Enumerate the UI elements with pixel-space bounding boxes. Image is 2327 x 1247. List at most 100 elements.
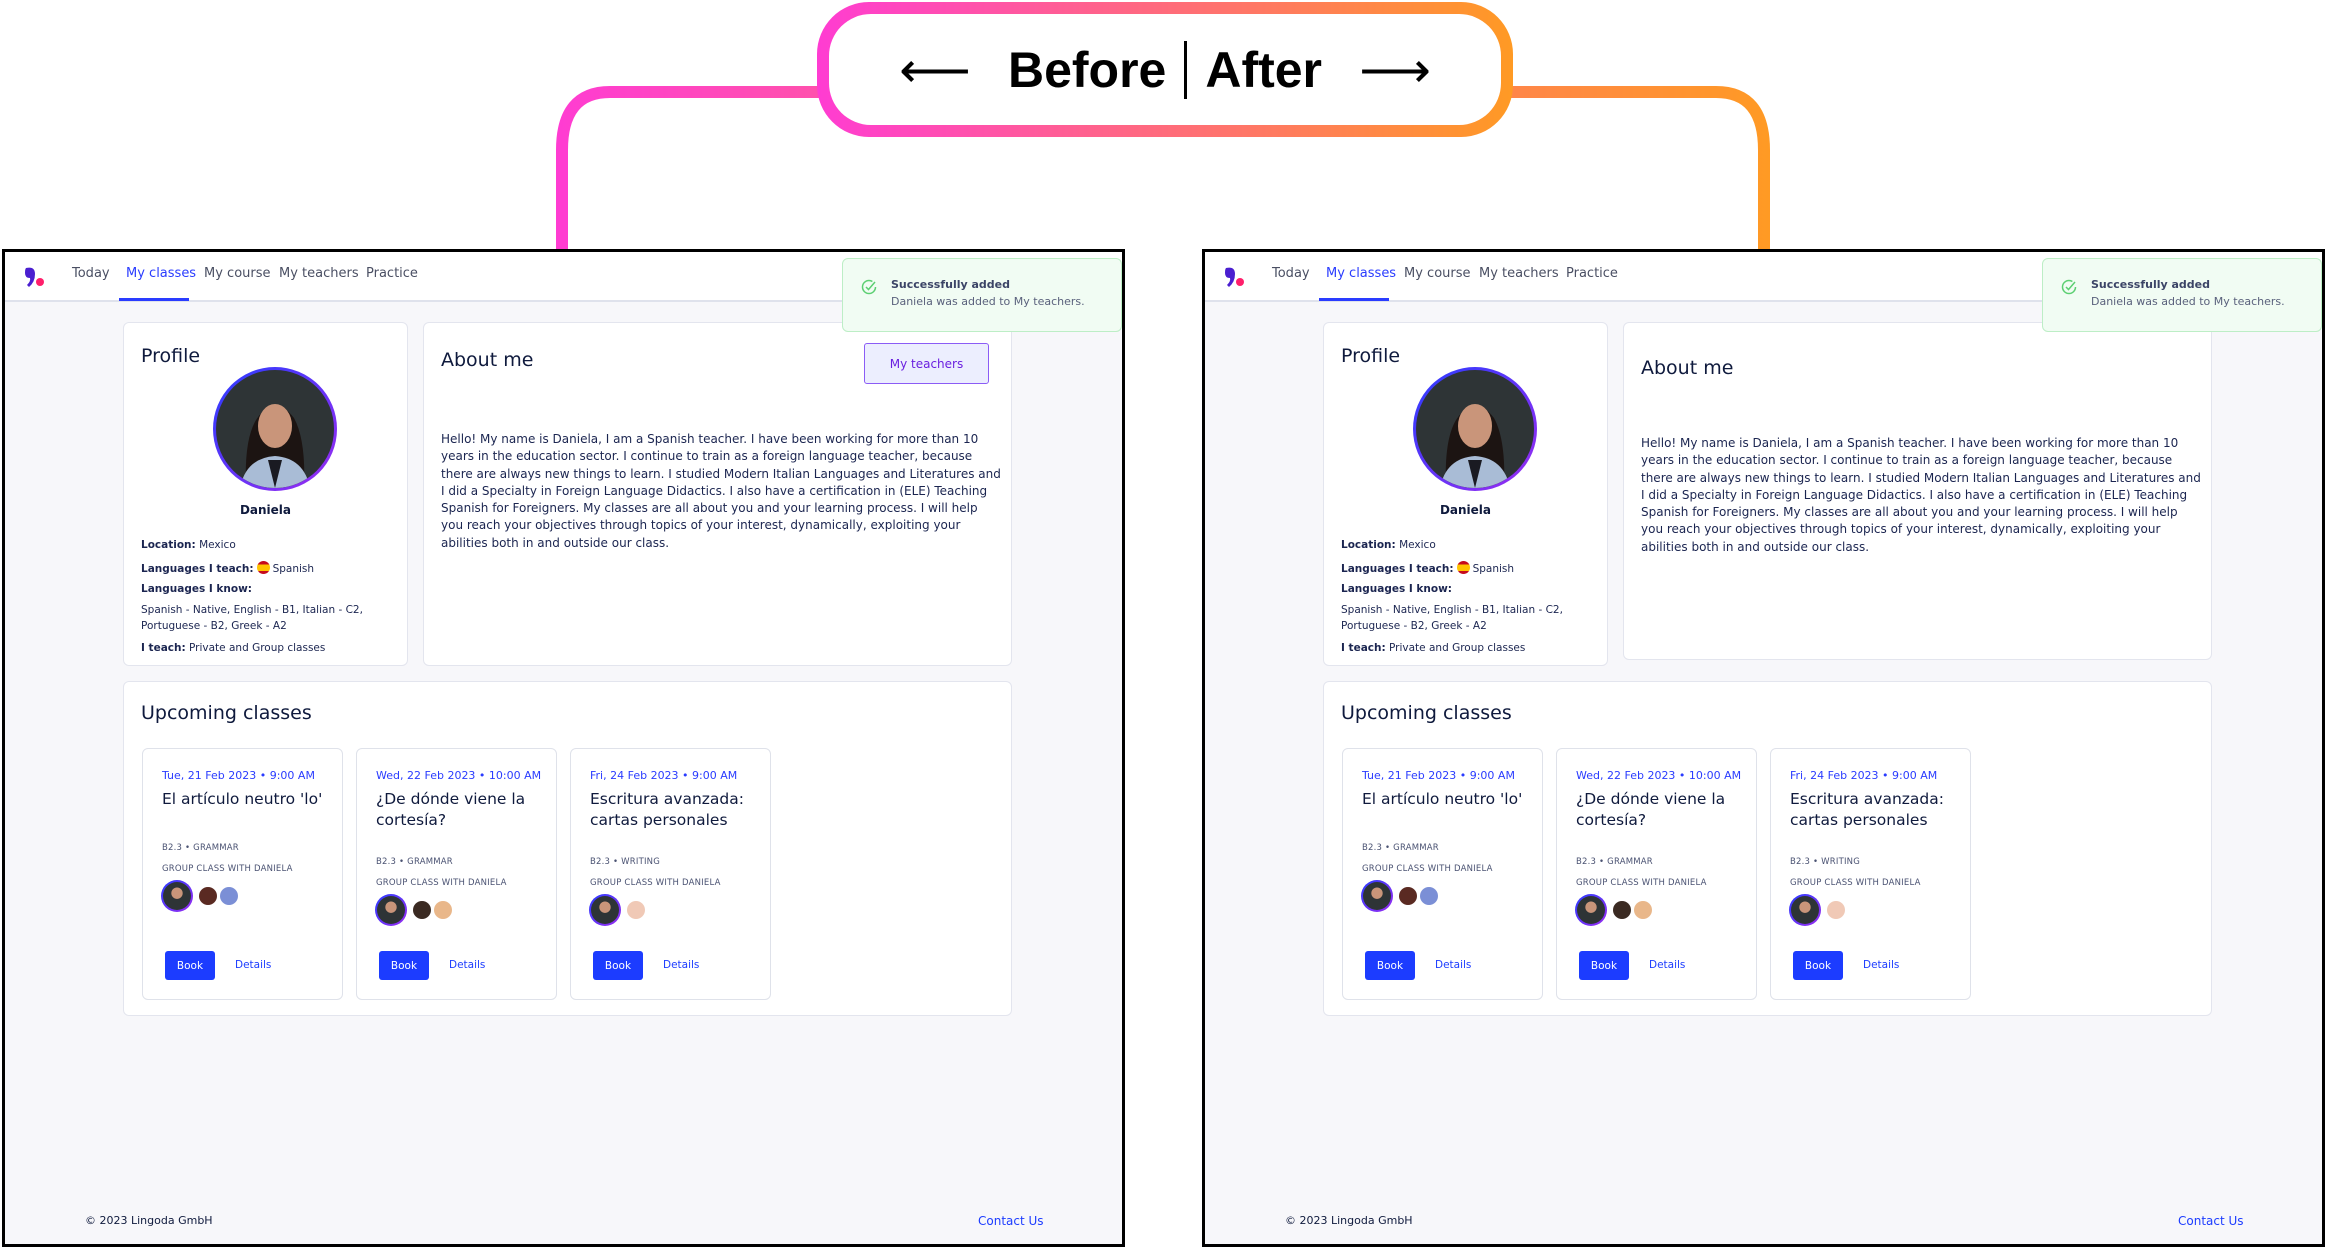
languages-teach-value: Spanish <box>1472 563 1515 575</box>
about-title: About me <box>441 349 534 371</box>
class-type: GROUP CLASS WITH DANIELA <box>1790 878 1921 888</box>
spain-flag-icon <box>256 561 270 574</box>
languages-know-label-text: Languages I know: <box>141 583 253 595</box>
class-title: El artículo neutro 'lo' <box>1362 790 1523 808</box>
class-level: B2.3 • GRAMMAR <box>162 843 239 853</box>
class-card: Tue, 21 Feb 2023 • 9:00 AM El artículo n… <box>142 748 343 1000</box>
footer-copyright: © 2023 Lingoda GmbH <box>85 1214 213 1227</box>
location-row: Location: Mexico <box>141 539 236 551</box>
i-teach-label: I teach: <box>1341 642 1386 654</box>
details-link[interactable]: Details <box>663 959 699 971</box>
nav-today[interactable]: Today <box>1272 266 1310 281</box>
languages-know-line1: Spanish - Native, English - B1, Italian … <box>1341 604 1563 616</box>
class-date: Wed, 22 Feb 2023 • 10:00 AM <box>376 769 542 782</box>
nav-practice[interactable]: Practice <box>366 266 418 281</box>
toast-title: Successfully added <box>2091 278 2211 291</box>
languages-know-line2: Portuguese - B2, Greek - A2 <box>141 620 287 632</box>
location-value: Mexico <box>1399 539 1436 551</box>
languages-know-line1: Spanish - Native, English - B1, Italian … <box>141 604 363 616</box>
upcoming-title: Upcoming classes <box>1341 702 1512 724</box>
lingoda-logo-icon <box>25 267 44 287</box>
participants <box>1361 880 1438 912</box>
student-avatar <box>1420 887 1438 905</box>
upcoming-classes-card: Upcoming classes Tue, 21 Feb 2023 • 9:00… <box>123 681 1012 1016</box>
location-value: Mexico <box>199 539 236 551</box>
class-date: Fri, 24 Feb 2023 • 9:00 AM <box>1790 769 1938 782</box>
class-title: ¿De dónde viene la cortesía? <box>376 790 526 829</box>
details-link[interactable]: Details <box>449 959 485 971</box>
nav-my-teachers[interactable]: My teachers <box>1479 266 1559 281</box>
teacher-avatar-small <box>1361 880 1393 912</box>
location-label: Location: <box>1341 539 1396 551</box>
before-after-banner: ⟵ Before After ⟶ <box>817 2 1513 137</box>
location-label: Location: <box>141 539 196 551</box>
teacher-avatar-small <box>161 880 193 912</box>
check-circle-icon <box>2061 279 2077 295</box>
details-link[interactable]: Details <box>1863 959 1899 971</box>
languages-know-label: Languages I know: <box>141 583 252 595</box>
nav-my-classes[interactable]: My classes <box>126 266 196 281</box>
about-title: About me <box>1641 357 1734 379</box>
class-title: Escritura avanzada: cartas personales <box>1790 790 1944 829</box>
about-card: About me Hello! My name is Daniela, I am… <box>423 322 1012 666</box>
book-button[interactable]: Book <box>1579 951 1629 980</box>
languages-teach-row: Languages I teach: Spanish <box>141 561 314 575</box>
class-card: Wed, 22 Feb 2023 • 10:00 AM ¿De dónde vi… <box>356 748 557 1000</box>
nav-my-teachers[interactable]: My teachers <box>279 266 359 281</box>
divider <box>1184 40 1188 99</box>
nav-my-course[interactable]: My course <box>204 266 271 281</box>
class-level: B2.3 • WRITING <box>590 857 661 867</box>
toast-title: Successfully added <box>891 278 1011 291</box>
footer-copyright: © 2023 Lingoda GmbH <box>1285 1214 1413 1227</box>
nav-my-course[interactable]: My course <box>1404 266 1471 281</box>
nav-practice[interactable]: Practice <box>1566 266 1618 281</box>
active-tab-indicator <box>1319 298 1389 301</box>
nav-my-classes[interactable]: My classes <box>1326 266 1396 281</box>
class-type: GROUP CLASS WITH DANIELA <box>590 878 721 888</box>
book-button[interactable]: Book <box>593 951 643 980</box>
add-to-my-teachers-button[interactable]: My teachers <box>864 343 989 384</box>
profile-title: Profile <box>1341 345 1401 367</box>
profile-card: Profile Daniela Location: Mexico Languag… <box>1323 322 1608 666</box>
check-circle-icon <box>861 279 877 295</box>
class-type: GROUP CLASS WITH DANIELA <box>1576 878 1707 888</box>
class-date: Tue, 21 Feb 2023 • 9:00 AM <box>162 769 315 782</box>
profile-title: Profile <box>141 345 201 367</box>
book-button[interactable]: Book <box>1793 951 1843 980</box>
student-avatar <box>220 887 238 905</box>
before-screenshot-panel: Today My classes My course My teachers P… <box>2 249 1125 1247</box>
class-date: Wed, 22 Feb 2023 • 10:00 AM <box>1576 769 1742 782</box>
participants <box>375 894 452 926</box>
arrow-right-icon: ⟶ <box>1359 41 1431 98</box>
i-teach-value: Private and Group classes <box>1389 642 1526 654</box>
languages-teach-label: Languages I teach: <box>141 563 254 575</box>
toast-message: Daniela was added to My teachers. <box>2091 295 2285 308</box>
languages-teach-row: Languages I teach: Spanish <box>1341 561 1514 575</box>
details-link[interactable]: Details <box>235 959 271 971</box>
location-row: Location: Mexico <box>1341 539 1436 551</box>
about-card: About me Hello! My name is Daniela, I am… <box>1623 322 2212 660</box>
book-button[interactable]: Book <box>379 951 429 980</box>
teacher-avatar <box>213 367 337 491</box>
participants <box>161 880 238 912</box>
book-button[interactable]: Book <box>1365 951 1415 980</box>
book-button[interactable]: Book <box>165 951 215 980</box>
teacher-avatar-small <box>375 894 407 926</box>
languages-know-label-text: Languages I know: <box>1341 583 1453 595</box>
participants <box>1789 894 1845 926</box>
student-avatar <box>1613 901 1631 919</box>
nav-today[interactable]: Today <box>72 266 110 281</box>
details-link[interactable]: Details <box>1649 959 1685 971</box>
teacher-avatar <box>1413 367 1537 491</box>
teacher-name: Daniela <box>1439 503 1492 517</box>
class-type: GROUP CLASS WITH DANIELA <box>162 864 293 874</box>
success-toast: Successfully added Daniela was added to … <box>2042 258 2322 332</box>
spain-flag-icon <box>1456 561 1470 574</box>
upcoming-title: Upcoming classes <box>141 702 312 724</box>
after-screenshot-panel: Today My classes My course My teachers P… <box>1202 249 2325 1247</box>
class-title: ¿De dónde viene la cortesía? <box>1576 790 1726 829</box>
details-link[interactable]: Details <box>1435 959 1471 971</box>
contact-us-link[interactable]: Contact Us <box>978 1214 1044 1228</box>
contact-us-link[interactable]: Contact Us <box>2178 1214 2244 1228</box>
success-toast: Successfully added Daniela was added to … <box>842 258 1122 332</box>
